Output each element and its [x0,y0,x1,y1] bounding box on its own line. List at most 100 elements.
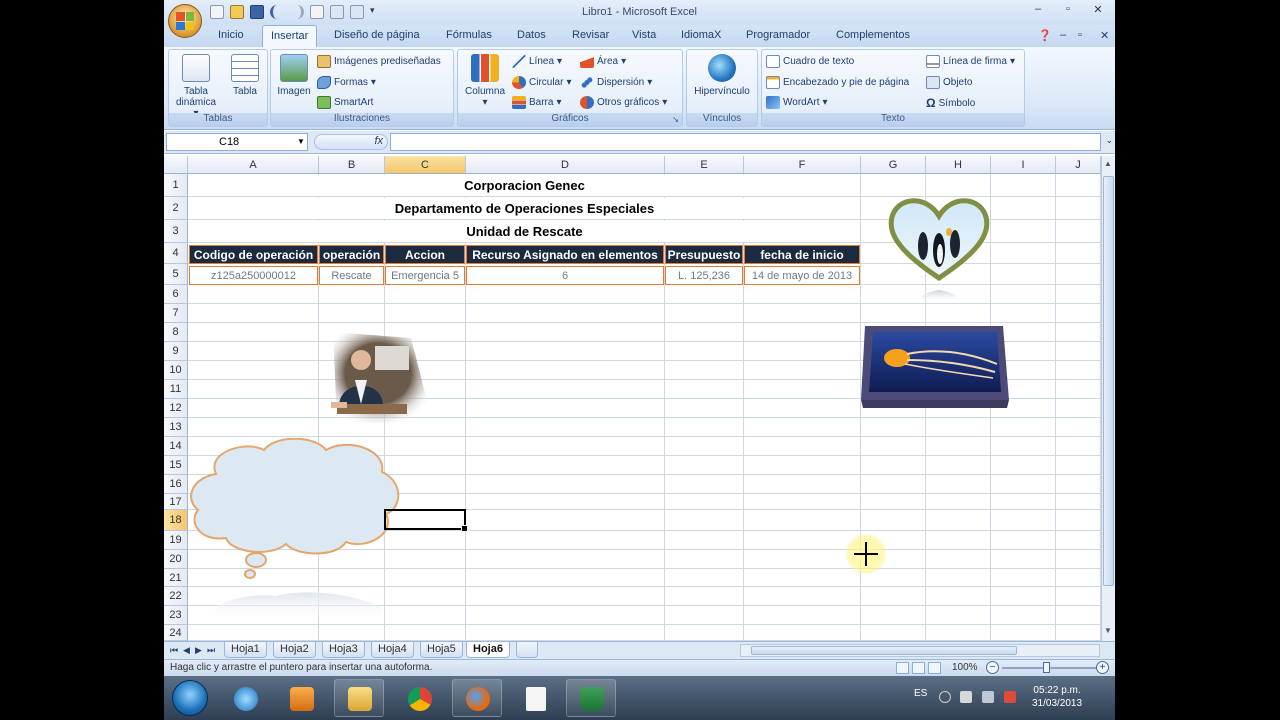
taskbar-excel[interactable] [566,679,616,717]
tab-datos[interactable]: Datos [517,29,546,41]
sheet-tab-hoja1[interactable]: Hoja1 [224,642,267,658]
header-presupuesto[interactable]: Presupuesto [665,245,743,264]
tab-diseno-pagina[interactable]: Diseño de página [334,29,420,41]
insert-function-button[interactable]: fx [314,134,388,150]
tabla-button[interactable]: Tabla [225,52,265,97]
formas-button[interactable]: Formas ▾ [317,76,376,89]
clock[interactable]: 05:22 p.m. 31/03/2013 [1032,684,1082,710]
area-button[interactable]: Área ▾ [580,55,626,68]
column-header-e[interactable]: E [665,156,744,174]
workbook-close-icon[interactable]: ✕ [1100,29,1109,42]
column-header-j[interactable]: J [1056,156,1101,174]
thought-bubble-shape[interactable] [186,438,404,622]
row-header-1[interactable]: 1 [164,174,188,197]
title-unidad[interactable]: Unidad de Rescate [189,221,860,242]
network-icon[interactable] [982,691,994,703]
tab-formulas[interactable]: Fórmulas [446,29,492,41]
taskbar-internet-explorer[interactable] [220,679,270,717]
tab-vista[interactable]: Vista [632,29,656,41]
taskbar-chrome[interactable] [394,679,444,717]
office-button[interactable] [168,4,202,38]
row-header-23[interactable]: 23 [164,606,188,625]
zoom-out-button[interactable]: − [986,661,999,674]
row-header-15[interactable]: 15 [164,456,188,475]
row-header-17[interactable]: 17 [164,494,188,510]
zoom-in-button[interactable]: + [1096,661,1109,674]
row-header-20[interactable]: 20 [164,550,188,569]
active-cell-c18[interactable] [384,509,468,532]
title-corporacion[interactable]: Corporacion Genec [189,175,860,196]
row-header-18[interactable]: 18 [164,510,188,531]
linea-firma-button[interactable]: Línea de firma ▾ [926,55,1015,68]
ribbon-minimize-icon[interactable]: – [1060,29,1066,41]
encabezado-button[interactable]: Encabezado y pie de página [766,76,909,89]
zoom-level[interactable]: 100% [952,662,978,673]
row-header-5[interactable]: 5 [164,264,188,285]
header-codigo[interactable]: Codigo de operación [189,245,318,264]
row-header-7[interactable]: 7 [164,304,188,323]
name-box-dropdown-icon[interactable]: ▼ [297,137,305,146]
cell-e5[interactable]: L. 125,236 [665,266,743,285]
taskbar-firefox[interactable] [452,679,502,717]
prev-sheet-icon[interactable]: ◀ [183,645,190,656]
row-header-6[interactable]: 6 [164,285,188,304]
row-header-16[interactable]: 16 [164,475,188,494]
start-button[interactable] [172,680,208,716]
column-header-g[interactable]: G [861,156,926,174]
hipervinculo-button[interactable]: Hipervínculo [691,52,753,97]
smartart-button[interactable]: SmartArt [317,96,373,109]
next-sheet-icon[interactable]: ▶ [195,645,202,656]
heart-penguin-picture[interactable] [883,194,995,306]
businessman-picture[interactable] [317,326,437,432]
header-accion[interactable]: Accion [385,245,465,264]
jellyfish-picture[interactable] [857,324,1013,414]
row-header-4[interactable]: 4 [164,243,188,264]
row-header-13[interactable]: 13 [164,418,188,437]
tabla-dinamica-button[interactable]: Tabla dinámica ▾ [173,52,219,119]
name-box[interactable]: C18 [166,133,308,151]
horizontal-scrollbar[interactable] [740,644,1100,657]
sheet-tab-hoja3[interactable]: Hoja3 [322,642,365,658]
first-sheet-icon[interactable]: ⏮ [170,645,178,656]
linea-button[interactable]: Línea ▾ [512,55,562,68]
cell-b5[interactable]: Rescate [319,266,384,285]
formula-input[interactable] [390,133,1101,151]
barra-button[interactable]: Barra ▾ [512,96,561,109]
close-button[interactable]: ✕ [1088,3,1108,16]
header-recurso[interactable]: Recurso Asignado en elementos [466,245,664,264]
title-departamento[interactable]: Departamento de Operaciones Especiales [189,198,860,219]
row-header-12[interactable]: 12 [164,399,188,418]
row-header-24[interactable]: 24 [164,625,188,641]
cell-c5[interactable]: Emergencia 5 [385,266,465,285]
row-header-9[interactable]: 9 [164,342,188,361]
sheet-tab-hoja4[interactable]: Hoja4 [371,642,414,658]
column-header-c[interactable]: C [385,156,466,174]
simbolo-button[interactable]: Ω Símbolo [926,96,975,110]
tab-insertar[interactable]: Insertar [262,25,318,47]
scroll-up-icon[interactable]: ▲ [1104,159,1112,168]
row-header-8[interactable]: 8 [164,323,188,342]
zoom-slider-knob[interactable] [1043,662,1050,673]
row-header-14[interactable]: 14 [164,437,188,456]
help-icon[interactable]: ❓ [1038,29,1052,42]
page-layout-view-icon[interactable] [912,662,925,674]
graficos-dialog-launcher-icon[interactable]: ↘ [672,115,679,124]
ribbon-restore-icon[interactable]: ▫ [1078,29,1082,41]
formula-bar-expand-icon[interactable]: ⌄ [1105,135,1113,146]
sheet-tab-hoja6[interactable]: Hoja6 [466,642,510,658]
insert-sheet-icon[interactable] [516,642,538,658]
row-header-19[interactable]: 19 [164,531,188,550]
volume-icon[interactable] [960,691,972,703]
normal-view-icon[interactable] [896,662,909,674]
horizontal-scroll-thumb[interactable] [751,646,1017,655]
columna-button[interactable]: Columna ▾ [462,52,508,108]
vertical-scrollbar[interactable]: ▲ ▼ [1101,156,1115,641]
circular-button[interactable]: Circular ▾ [512,76,571,89]
cell-d5[interactable]: 6 [466,266,664,285]
dispersion-button[interactable]: Dispersión ▾ [580,76,652,89]
worksheet-grid[interactable]: ABCDEFGHIJ 1 2 3 4 5 6 7 8 9 10 11 12 13 14 15 16 17 18 19… [164,156,1101,641]
row-header-2[interactable]: 2 [164,197,188,220]
taskbar-explorer[interactable] [334,679,384,717]
vertical-scroll-thumb[interactable] [1103,176,1114,586]
maximize-button[interactable]: ▫ [1058,3,1078,15]
